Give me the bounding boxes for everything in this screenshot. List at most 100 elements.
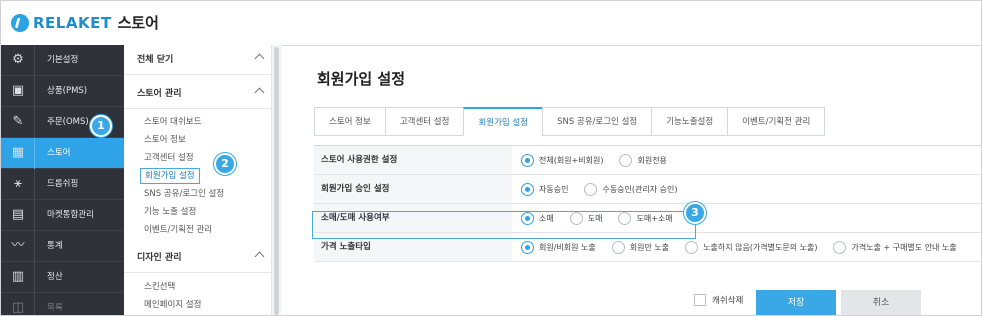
network-icon: ⚹ <box>14 176 22 191</box>
radio-option[interactable]: 자동승인 <box>521 182 569 196</box>
radio-option[interactable]: 회원전용 <box>619 153 667 167</box>
tab-store-info[interactable]: 스토어 정보 <box>314 107 385 136</box>
save-button[interactable]: 저장 <box>756 290 836 315</box>
sidebar-item-products[interactable]: ▣ 상품(PMS) <box>1 76 124 107</box>
radio-icon[interactable] <box>618 211 632 225</box>
sidebar-item-stats[interactable]: 〰 통계 <box>1 231 124 262</box>
submenu-link-store-info[interactable]: 스토어 정보 <box>144 134 186 146</box>
gear-icon: ⚙ <box>12 52 24 67</box>
radio-option[interactable]: 회원/비회원 노출 <box>521 240 596 254</box>
close-all-toggle[interactable]: 전체 닫기 <box>124 45 271 75</box>
sidebar-item-label: 주문(OMS) <box>47 117 89 127</box>
tab-feature-exposure[interactable]: 기능노출설정 <box>651 107 728 136</box>
radio-option[interactable]: 노출하지 않음(가격별도문의 노출) <box>685 240 818 254</box>
tab-sns-login[interactable]: SNS 공유/로그인 설정 <box>542 107 652 136</box>
radio-option[interactable]: 수동승인(관리자 승인) <box>584 182 678 196</box>
radio-selected-icon[interactable] <box>521 240 534 254</box>
list-icon: ◫ <box>11 300 25 315</box>
radio-icon[interactable] <box>685 240 699 254</box>
radio-option[interactable]: 회원만 노출 <box>611 240 670 254</box>
sidebar-item-label: 상품(PMS) <box>47 86 88 96</box>
sidebar-item-label: 스토어 <box>47 148 71 158</box>
sidebar-item-settlement[interactable]: ▥ 정산 <box>1 262 124 293</box>
row-label: 회원가입 승인 설정 <box>314 175 512 203</box>
calculator-icon: ▥ <box>11 269 25 284</box>
option-label: 도매+소매 <box>636 213 673 223</box>
chevron-up-icon <box>254 251 265 262</box>
sidebar-item-settings[interactable]: ⚙ 기본설정 <box>1 45 124 76</box>
option-label: 도매 <box>587 213 603 223</box>
submenu-link-signup-settings[interactable]: 회원가입 설정 <box>140 168 200 184</box>
logo[interactable]: RELAKET 스토어 <box>11 12 159 33</box>
tab-events[interactable]: 이벤트/기획전 관리 <box>727 107 826 136</box>
design-section-label: 디자인 관리 <box>137 253 182 263</box>
row-label: 소매/도매 사용여부 <box>314 204 512 232</box>
chart-icon: 〰 <box>11 238 25 253</box>
option-label: 수동승인(관리자 승인) <box>602 184 678 194</box>
store-section-toggle[interactable]: 스토어 관리 <box>124 79 271 109</box>
radio-icon[interactable] <box>569 211 583 225</box>
option-label: 소매 <box>539 213 554 223</box>
order-icon: ✎ <box>12 114 24 129</box>
sidebar-item-label: 목록 <box>47 303 63 313</box>
cache-delete-checkbox[interactable]: 캐쉬삭제 <box>694 294 743 306</box>
radio-icon[interactable] <box>619 153 633 167</box>
radio-option[interactable]: 전체(회원+비회원) <box>521 153 604 167</box>
checkbox-icon[interactable] <box>694 294 706 306</box>
radio-icon[interactable] <box>584 182 598 196</box>
chevron-up-icon <box>254 87 265 98</box>
submenu-scroll-thumb[interactable] <box>274 47 279 315</box>
submenu-link-sns[interactable]: SNS 공유/로그인 설정 <box>144 188 224 200</box>
tab-customer-center[interactable]: 고객센터 설정 <box>384 107 464 136</box>
sidebar-item-store[interactable]: ▦ 스토어 <box>1 138 124 169</box>
radio-selected-icon[interactable] <box>521 211 534 225</box>
submenu-link-main-page[interactable]: 메인페이지 설정 <box>144 299 201 311</box>
sidebar-item-list[interactable]: ◫ 목록 <box>1 293 124 315</box>
radio-selected-icon[interactable] <box>521 182 534 196</box>
market-icon: ▤ <box>11 207 25 222</box>
submenu-link-customer-center[interactable]: 고객센터 설정 <box>144 152 194 164</box>
callout-badge-3: 3 <box>684 202 706 224</box>
close-all-label: 전체 닫기 <box>137 55 174 65</box>
page-title: 회원가입 설정 <box>317 70 406 88</box>
sidebar-item-label: 드롭쉬핑 <box>47 179 79 189</box>
relaket-logo-icon <box>11 13 29 32</box>
radio-option[interactable]: 가격노출 + 구매별도 안내 노출 <box>833 240 957 254</box>
sidebar-item-market[interactable]: ▤ 마켓통합관리 <box>1 200 124 231</box>
settings-tabs: 스토어 정보 고객센터 설정 회원가입 설정 SNS 공유/로그인 설정 기능노… <box>314 107 826 136</box>
radio-selected-icon[interactable] <box>521 153 534 167</box>
radio-option[interactable]: 소매 <box>521 211 554 225</box>
top-header: RELAKET 스토어 <box>1 1 981 45</box>
cancel-button[interactable]: 취소 <box>841 290 921 315</box>
form-row-price-exposure: 가격 노출타입 회원/비회원 노출 회원만 노출 노출하지 않음(가격별도문의 … <box>314 233 981 262</box>
option-label: 회원만 노출 <box>629 242 670 252</box>
brand-name: RELAKET <box>33 13 112 32</box>
submenu-link-feature-exposure[interactable]: 기능 노출 설정 <box>144 206 196 218</box>
sidebar-item-dropshipping[interactable]: ⚹ 드롭쉬핑 <box>1 169 124 200</box>
radio-icon[interactable] <box>611 240 625 254</box>
form-row-store-permission: 스토어 사용권한 설정 전체(회원+비회원) 회원전용 <box>314 146 981 175</box>
option-label: 회원/비회원 노출 <box>539 242 596 252</box>
option-label: 가격노출 + 구매별도 안내 노출 <box>851 242 957 252</box>
app-window: RELAKET 스토어 ⚙ 기본설정 ▣ 상품(PMS) ✎ 주문(OMS) ▦… <box>0 0 982 316</box>
option-label: 자동승인 <box>539 184 569 194</box>
row-label: 가격 노출타입 <box>314 233 512 261</box>
radio-icon[interactable] <box>833 240 847 254</box>
cache-delete-label: 캐쉬삭제 <box>712 296 744 306</box>
settings-form: 스토어 사용권한 설정 전체(회원+비회원) 회원전용 회원가입 승인 설정 자… <box>314 145 981 262</box>
form-row-retail-wholesale: 소매/도매 사용여부 소매 도매 도매+소매 <box>314 204 981 233</box>
option-label: 노출하지 않음(가격별도문의 노출) <box>703 242 818 252</box>
sidebar-item-label: 마켓통합관리 <box>47 210 94 220</box>
row-label: 스토어 사용권한 설정 <box>314 146 512 174</box>
submenu-link-skin[interactable]: 스킨선택 <box>144 281 175 293</box>
sidebar-item-label: 통계 <box>47 241 63 251</box>
submenu-link-dashboard[interactable]: 스토어 대쉬보드 <box>144 116 201 128</box>
option-label: 전체(회원+비회원) <box>539 155 604 165</box>
radio-option[interactable]: 도매+소매 <box>618 211 673 225</box>
radio-option[interactable]: 도매 <box>569 211 603 225</box>
product-name: 스토어 <box>117 14 159 32</box>
main-content: 회원가입 설정 스토어 정보 고객센터 설정 회원가입 설정 SNS 공유/로그… <box>282 45 981 315</box>
submenu-link-events[interactable]: 이벤트/기획전 관리 <box>144 224 212 236</box>
tab-signup-settings[interactable]: 회원가입 설정 <box>463 107 543 136</box>
design-section-toggle[interactable]: 디자인 관리 <box>124 243 271 273</box>
